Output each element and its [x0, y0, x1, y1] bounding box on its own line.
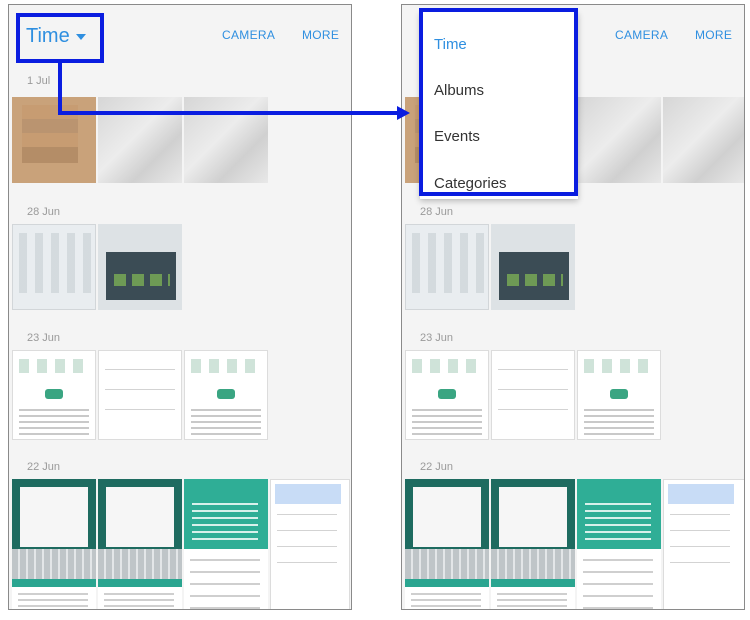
- more-button[interactable]: MORE: [695, 28, 732, 42]
- date-header: 23 Jun: [420, 332, 454, 344]
- photo-thumbnail[interactable]: [12, 224, 96, 310]
- more-button[interactable]: MORE: [302, 28, 339, 42]
- photo-thumbnail[interactable]: [12, 479, 96, 609]
- photo-thumbnail[interactable]: [98, 350, 182, 440]
- photo-thumbnail[interactable]: [577, 350, 661, 440]
- camera-button[interactable]: CAMERA: [615, 28, 668, 42]
- photo-thumbnail[interactable]: [577, 97, 661, 183]
- photo-thumbnail[interactable]: [491, 350, 575, 440]
- date-header: 1 Jul: [27, 75, 51, 87]
- photo-thumbnail[interactable]: [98, 224, 182, 310]
- camera-button[interactable]: CAMERA: [222, 28, 275, 42]
- photo-thumbnail[interactable]: [184, 97, 268, 183]
- highlight-box-menu: [419, 8, 578, 196]
- photo-thumbnail[interactable]: [405, 479, 489, 609]
- photo-thumbnail[interactable]: [98, 97, 182, 183]
- photo-thumbnail[interactable]: [663, 97, 744, 183]
- date-header: 28 Jun: [420, 206, 454, 218]
- photo-thumbnail[interactable]: [12, 350, 96, 440]
- photo-thumbnail[interactable]: [663, 479, 744, 609]
- photo-thumbnail[interactable]: [491, 224, 575, 310]
- date-header: 28 Jun: [27, 206, 61, 218]
- date-header: 22 Jun: [27, 461, 61, 473]
- photo-thumbnail[interactable]: [12, 97, 96, 183]
- photo-thumbnail[interactable]: [405, 224, 489, 310]
- photo-thumbnail[interactable]: [577, 479, 661, 609]
- photo-thumbnail[interactable]: [184, 479, 268, 609]
- photo-thumbnail[interactable]: [270, 479, 350, 609]
- highlight-box-view-selector: [16, 13, 104, 63]
- date-header: 23 Jun: [27, 332, 61, 344]
- photo-thumbnail[interactable]: [491, 479, 575, 609]
- photo-thumbnail[interactable]: [98, 479, 182, 609]
- date-header: 22 Jun: [420, 461, 454, 473]
- photo-thumbnail[interactable]: [405, 350, 489, 440]
- photo-thumbnail[interactable]: [184, 350, 268, 440]
